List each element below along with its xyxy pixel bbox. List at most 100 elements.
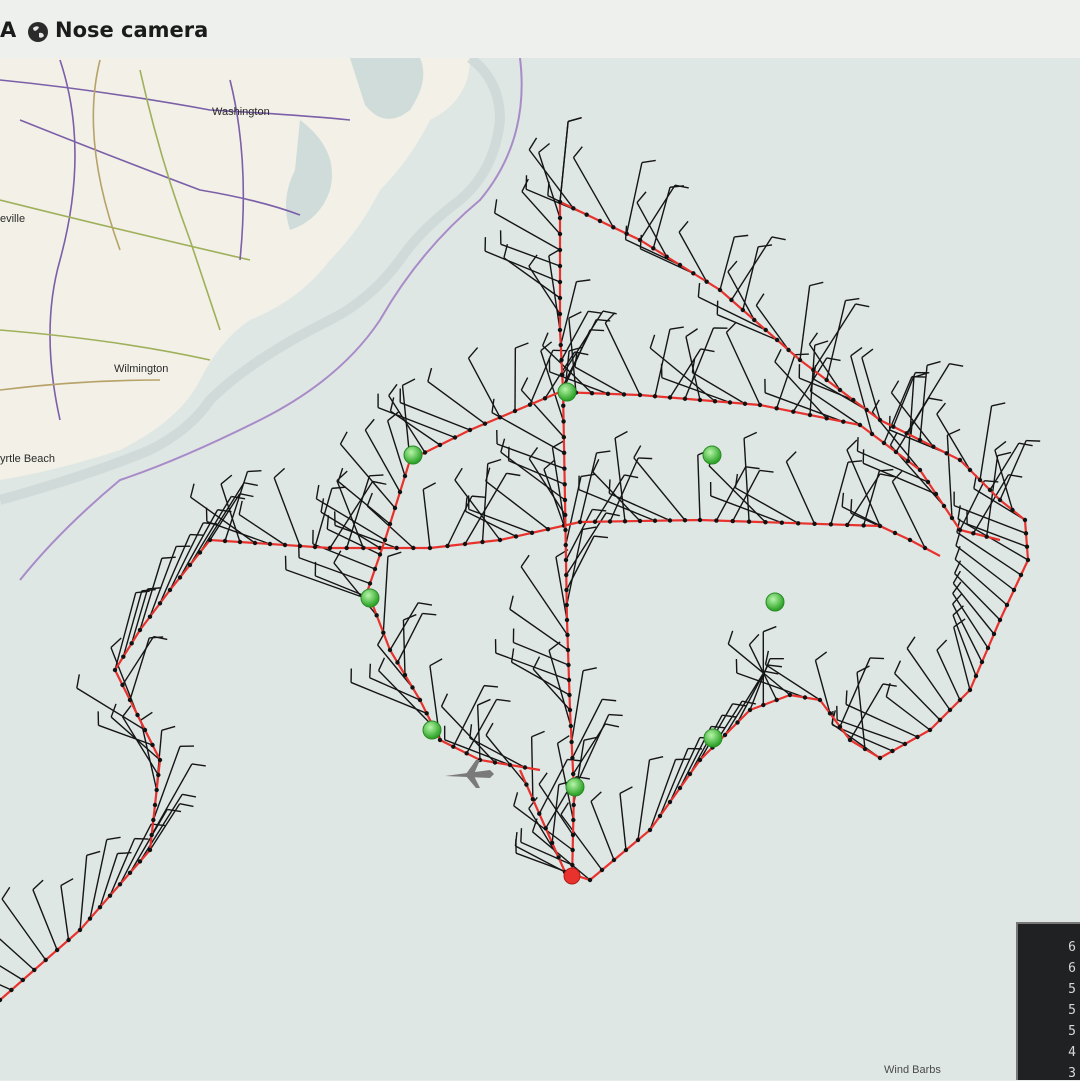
readout-value: 6 [1068, 940, 1076, 955]
track-point [752, 318, 756, 322]
track-point [368, 581, 372, 585]
track-point [571, 772, 575, 776]
track-point [570, 863, 574, 867]
track-point [120, 683, 124, 687]
track-point [918, 438, 922, 442]
waypoint-marker [361, 589, 379, 607]
track-point [438, 443, 442, 447]
readout-value: 3 [1068, 1066, 1076, 1081]
track-point [32, 968, 36, 972]
track-point [564, 543, 568, 547]
track-point [882, 441, 886, 445]
track-point [238, 540, 242, 544]
track-point [158, 601, 162, 605]
track-point [698, 518, 702, 522]
track-point [537, 812, 541, 816]
track-point [861, 523, 865, 527]
nose-camera-tab[interactable]: Nose camera [55, 18, 208, 42]
track-point [571, 803, 575, 807]
track-point [968, 468, 972, 472]
track-point [150, 743, 154, 747]
track-point [113, 668, 117, 672]
track-point [567, 678, 571, 682]
track-point [728, 400, 732, 404]
track-point [513, 409, 517, 413]
track-point [531, 797, 535, 801]
track-point [451, 744, 455, 748]
track-point [562, 451, 566, 455]
globe-icon[interactable] [27, 21, 49, 43]
track-point [918, 468, 922, 472]
track-point [208, 538, 212, 542]
track-point [998, 618, 1002, 622]
track-point [154, 788, 158, 792]
track-point [378, 552, 382, 556]
track-point [566, 648, 570, 652]
wind-barb-flag [118, 853, 132, 854]
track-point [891, 424, 895, 428]
track-point [151, 818, 155, 822]
track-point [938, 718, 942, 722]
track-point [381, 630, 385, 634]
city-label: Washington [212, 106, 270, 118]
track-point [838, 724, 842, 728]
track-point [463, 542, 467, 546]
track-point [383, 538, 387, 542]
track-point [268, 542, 272, 546]
track-point [564, 573, 568, 577]
track-point [668, 395, 672, 399]
track-point [66, 938, 70, 942]
track-point [21, 978, 25, 982]
track-point [878, 756, 882, 760]
track-point [344, 546, 348, 550]
track-point [558, 216, 562, 220]
track-point [590, 391, 594, 395]
wind-barb-flag [851, 499, 852, 513]
track-point [135, 713, 139, 717]
track-point [1023, 518, 1027, 522]
wind-barbs-legend: Wind Barbs [884, 1064, 941, 1076]
track-point [942, 504, 946, 508]
waypoint-marker [766, 593, 784, 611]
map-view[interactable]: Washington eville Wilmington yrtle Beach [0, 58, 1080, 1080]
track-point [558, 312, 562, 316]
track-point [1005, 603, 1009, 607]
track-point [563, 498, 567, 502]
track-point [931, 444, 935, 448]
track-point [838, 388, 842, 392]
track-point [864, 408, 868, 412]
city-label: eville [0, 213, 25, 225]
track-point [374, 613, 378, 617]
track-point [923, 546, 927, 550]
track-point [44, 958, 48, 962]
track-point [903, 742, 907, 746]
track-point [428, 546, 432, 550]
track-point [528, 402, 532, 406]
track-point [558, 232, 562, 236]
track-point [558, 328, 562, 332]
wind-barb-flag [590, 330, 604, 331]
track-point [563, 528, 567, 532]
track-point [508, 763, 512, 767]
track-point [904, 431, 908, 435]
track-point [763, 520, 767, 524]
track-point [559, 358, 563, 362]
readout-value: 5 [1068, 1003, 1076, 1018]
track-point [561, 419, 565, 423]
toolbar-left-fragment: A [0, 18, 16, 42]
track-point [851, 398, 855, 402]
toolbar: A Nose camera [0, 0, 1080, 59]
track-point [398, 490, 402, 494]
track-point [388, 522, 392, 526]
track-point [683, 518, 687, 522]
track-point [578, 520, 582, 524]
track-point [1024, 531, 1028, 535]
track-point [121, 654, 125, 658]
track-point [480, 540, 484, 544]
track-point [638, 519, 642, 523]
track-point [878, 524, 882, 528]
track-point [149, 833, 153, 837]
track-point [128, 698, 132, 702]
wind-barb-flag [870, 658, 884, 659]
track-point [129, 641, 133, 645]
